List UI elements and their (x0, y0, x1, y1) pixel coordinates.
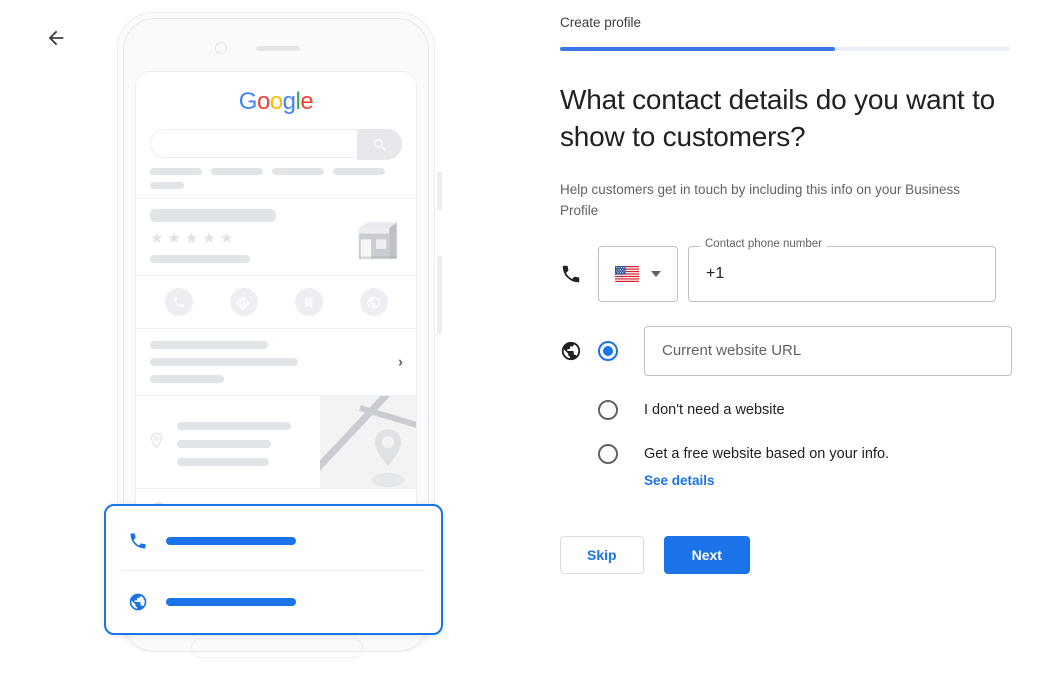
star-icon: ★ (184, 230, 199, 247)
mock-business-meta (150, 255, 250, 263)
storefront-icon (358, 222, 397, 260)
logo-letter: o (256, 88, 270, 115)
globe-icon (561, 341, 581, 360)
mock-website-action (359, 288, 388, 316)
bookmark-icon (304, 297, 313, 307)
mock-business-card: ★ ★ ★ ★ ★ (136, 198, 416, 275)
current-website-url-placeholder: Current website URL (662, 342, 802, 360)
mock-chip (333, 168, 385, 175)
phone-home-indicator (191, 638, 363, 658)
radio-current-website-url[interactable] (598, 340, 618, 361)
map-graphic (320, 396, 416, 488)
star-icon: ★ (202, 230, 216, 247)
phone-camera (215, 42, 227, 54)
free-website-label: Get a free website based on your info. (644, 445, 890, 462)
onboarding-page: Google ★ ★ ★ ★ ★ › Create profile What c… (0, 0, 1057, 675)
mock-info-line (150, 358, 298, 366)
globe-icon (367, 295, 380, 309)
mock-chip (211, 168, 263, 175)
breadcrumb: Create profile (560, 15, 642, 30)
us-flag-icon (615, 265, 639, 282)
contact-phone-number-value: +1 (706, 264, 725, 282)
logo-letter: o (269, 88, 283, 115)
contact-details-callout (104, 504, 443, 635)
callout-phone-value (166, 536, 296, 545)
google-logo: Google (136, 72, 416, 116)
star-icon: ★ (219, 230, 234, 247)
location-pin-icon (150, 432, 163, 449)
mock-address-line (177, 440, 271, 448)
mock-chip-row-2 (136, 175, 416, 198)
skip-button[interactable]: Skip (560, 535, 644, 574)
contact-phone-number-label: Contact phone number (700, 238, 827, 251)
form-panel: Create profile What contact details do y… (560, 0, 1030, 574)
search-icon (373, 138, 386, 151)
mock-business-name (150, 209, 276, 222)
mock-info-line (150, 341, 268, 349)
radio-no-website[interactable] (598, 399, 618, 420)
country-code-select[interactable] (598, 245, 678, 302)
star-icon: ★ (167, 230, 181, 247)
mock-call-action (164, 288, 193, 316)
star-icon: ★ (150, 230, 164, 247)
chevron-down-icon (651, 270, 661, 277)
mock-directions-action (229, 288, 258, 316)
progress-bar (560, 47, 1010, 51)
mock-info-section: › (136, 328, 416, 395)
phone-side-button-1 (437, 171, 442, 211)
mock-action-row (136, 275, 416, 328)
contact-phone-number-field[interactable]: Contact phone number +1 (688, 238, 996, 302)
phone-icon (562, 265, 580, 282)
page-title: What contact details do you want to show… (560, 84, 996, 152)
mock-info-line (150, 375, 224, 383)
current-website-url-input[interactable]: Current website URL (644, 325, 1012, 376)
mock-address-section (136, 395, 416, 488)
callout-website-value (166, 598, 296, 607)
phone-icon (130, 533, 146, 549)
mock-save-action (294, 288, 323, 316)
no-website-option-row[interactable]: I don't need a website (560, 399, 1030, 420)
no-website-label: I don't need a website (644, 401, 785, 418)
callout-website-row (106, 571, 441, 635)
see-details-link[interactable]: See details (644, 473, 1030, 488)
form-actions: Skip Next (560, 535, 1030, 574)
mock-address-line (177, 422, 291, 430)
phone-side-button-2 (437, 256, 442, 334)
mock-chip (150, 182, 184, 189)
chevron-right-icon: › (398, 353, 403, 371)
back-button[interactable] (40, 22, 72, 54)
phone-lead-icon-wrap (560, 263, 598, 285)
logo-letter: g (282, 88, 296, 115)
mock-chip (150, 168, 202, 175)
free-website-option-row[interactable]: Get a free website based on your info. (560, 443, 1030, 464)
mock-search-bar (150, 129, 402, 160)
phone-speaker (256, 46, 300, 51)
progress-bar-fill (560, 47, 835, 51)
website-url-option-row: Current website URL (560, 325, 1030, 376)
logo-letter: e (300, 88, 314, 115)
directions-icon (236, 295, 250, 310)
mock-search-button (357, 129, 402, 160)
mock-chip-row (136, 158, 416, 175)
radio-free-website[interactable] (598, 443, 618, 464)
next-button[interactable]: Next (663, 535, 750, 574)
page-subtitle: Help customers get in touch by including… (560, 181, 960, 218)
phone-number-row: Contact phone number +1 (560, 238, 1030, 302)
phone-icon (173, 296, 184, 308)
mock-map-thumbnail (320, 396, 416, 488)
arrow-left-icon (48, 30, 64, 46)
callout-phone-row (106, 506, 441, 570)
logo-letter: G (238, 88, 258, 115)
mock-chip (272, 168, 324, 175)
globe-lead-icon-wrap (560, 340, 598, 362)
globe-icon (129, 593, 147, 611)
mock-address-line (177, 458, 269, 466)
